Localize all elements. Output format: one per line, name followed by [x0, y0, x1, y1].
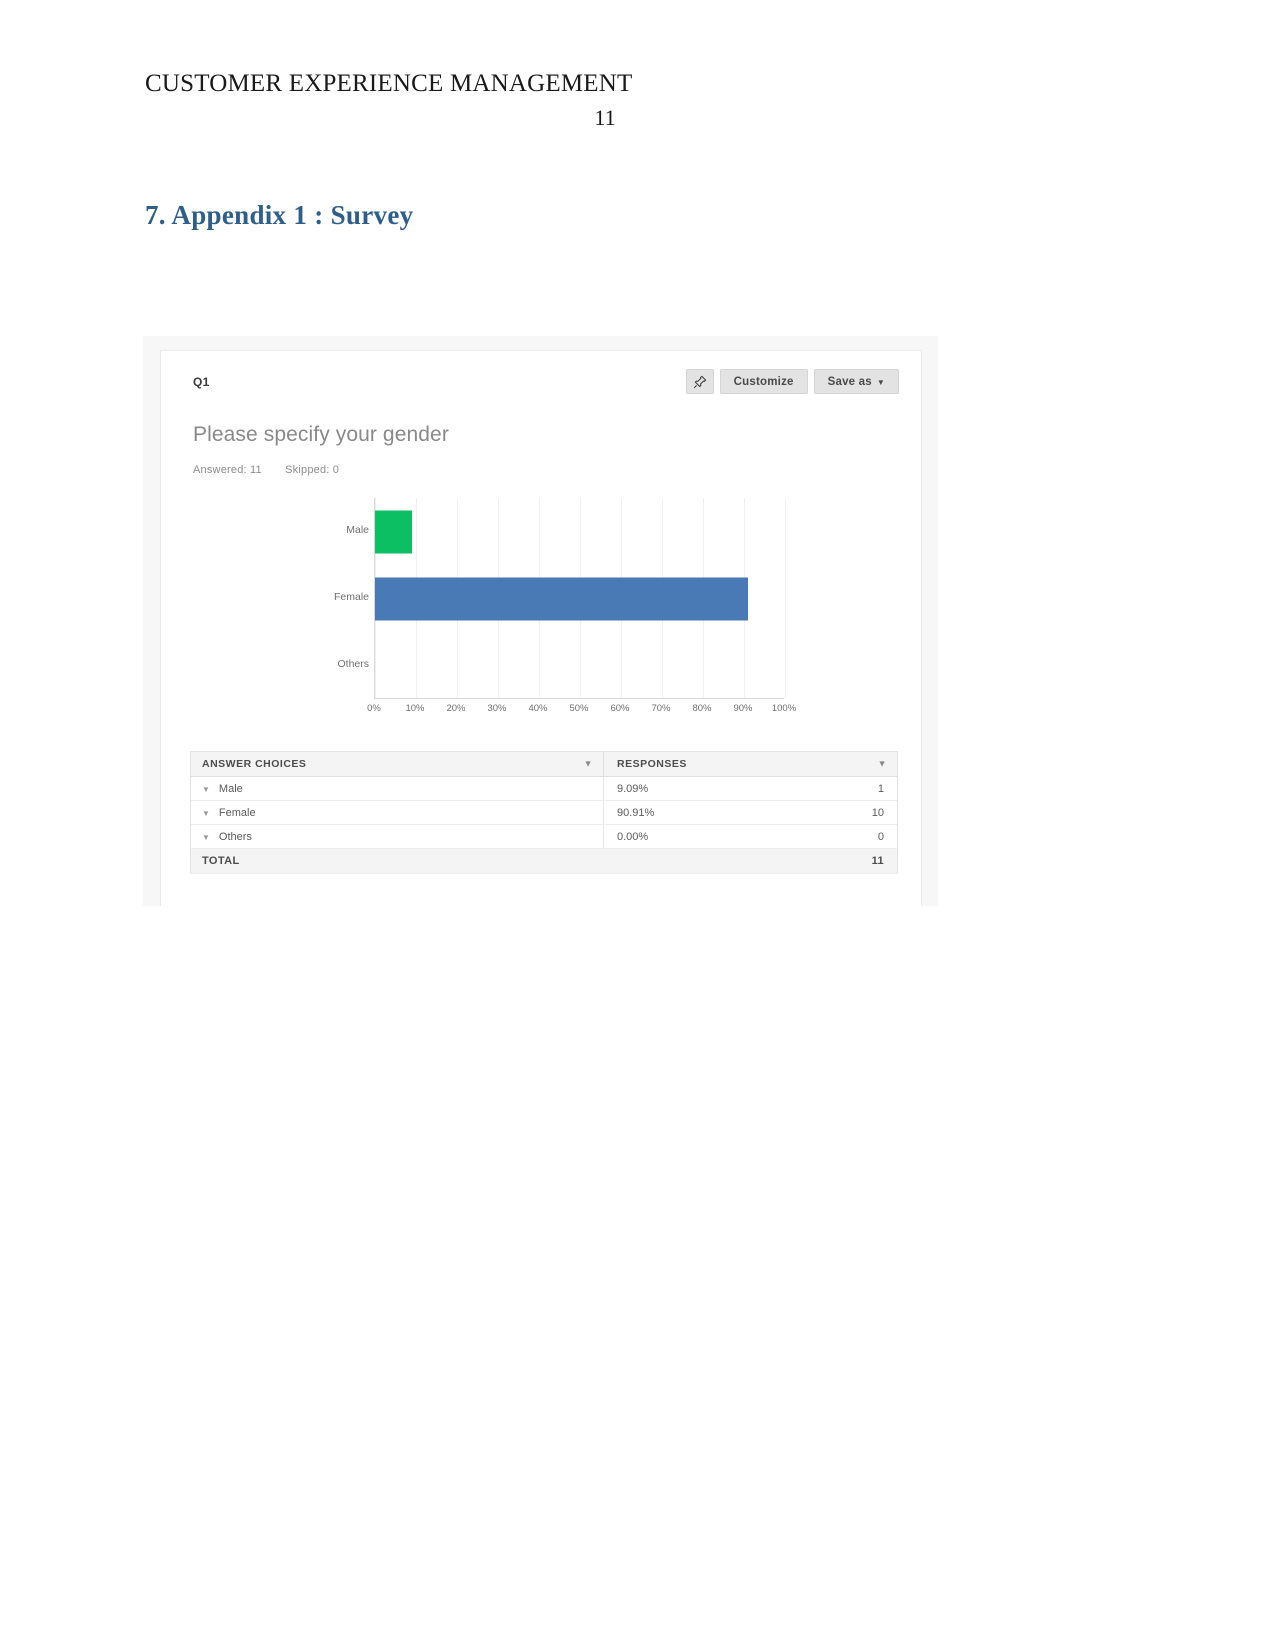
x-axis-tick: 30% [487, 703, 507, 714]
chevron-down-icon: ▼ [876, 377, 885, 387]
row-choice-cell: ▼ Female [191, 801, 603, 824]
x-axis-tick: 100% [771, 703, 797, 714]
row-count: 1 [877, 782, 884, 795]
card-actions: Customize Save as ▼ [685, 369, 899, 394]
total-label-cell: TOTAL [191, 849, 603, 873]
table-row: ▼ Female 90.91% 10 [191, 801, 897, 825]
row-count: 10 [871, 806, 884, 819]
save-as-label: Save as [827, 375, 872, 388]
header-responses-label: RESPONSES [617, 758, 687, 770]
chart-category-labels: Male Female Others [311, 496, 369, 699]
sort-caret-icon[interactable]: ▼ [878, 759, 887, 769]
row-choice-label: Male [218, 782, 243, 795]
x-axis-tick: 70% [651, 703, 671, 714]
table-row: ▼ Others 0.00% 0 [191, 825, 897, 849]
chart-bar [375, 577, 748, 620]
row-choice-cell: ▼ Others [191, 825, 603, 848]
row-response-cell: 0.00% 0 [603, 825, 897, 848]
gridline [785, 498, 786, 698]
x-axis-tick: 10% [405, 703, 425, 714]
customize-label: Customize [733, 375, 794, 388]
header-responses[interactable]: RESPONSES ▼ [603, 752, 897, 776]
response-bar-chart: Male Female Others 0% 10% 20% 30% 40% 50% 60% 70%… [161, 496, 923, 726]
row-expand-caret-icon[interactable]: ▼ [202, 833, 210, 842]
row-choice-label: Others [218, 830, 252, 843]
row-count: 0 [877, 830, 884, 843]
row-choice-cell: ▼ Male [191, 777, 603, 800]
x-axis-tick: 20% [446, 703, 466, 714]
responses-table: ANSWER CHOICES ▼ RESPONSES ▼ ▼ Male 9.09% 1… [190, 751, 898, 874]
total-value-cell: 11 [603, 849, 897, 873]
page-number: 11 [594, 105, 616, 130]
table-row: ▼ Male 9.09% 1 [191, 777, 897, 801]
table-total-row: TOTAL 11 [191, 849, 897, 874]
row-percent: 0.00% [617, 830, 649, 843]
y-axis-category-label: Male [346, 523, 369, 536]
x-axis-tick: 40% [528, 703, 548, 714]
header-answer-choices-label: ANSWER CHOICES [202, 758, 307, 770]
row-choice-label: Female [218, 806, 256, 819]
skipped-count: Skipped: 0 [285, 464, 340, 476]
row-percent: 90.91% [617, 806, 655, 819]
table-body: ▼ Male 9.09% 1 ▼ Female 90.91% 10 ▼ Others 0.00% 0 [191, 777, 897, 849]
x-axis-tick: 50% [569, 703, 589, 714]
x-axis-tick: 80% [692, 703, 712, 714]
card-toolbar: Q1 Customize Save as ▼ [161, 351, 921, 405]
survey-question-card: Q1 Customize Save as ▼ Please specify yo… [160, 350, 922, 906]
document-header-title: CUSTOMER EXPERIENCE MANAGEMENT [145, 70, 633, 97]
document-header: CUSTOMER EXPERIENCE MANAGEMENT [145, 70, 845, 99]
question-number: Q1 [193, 375, 210, 389]
pin-button[interactable] [685, 369, 714, 394]
row-response-cell: 90.91% 10 [603, 801, 897, 824]
x-axis-tick: 90% [733, 703, 753, 714]
question-text: Please specify your gender [193, 423, 449, 446]
chart-x-axis: 0% 10% 20% 30% 40% 50% 60% 70% 80% 90% 100% [367, 703, 796, 719]
chart-bar [375, 510, 413, 553]
row-response-cell: 9.09% 1 [603, 777, 897, 800]
x-axis-tick: 60% [610, 703, 630, 714]
y-axis-category-label: Female [333, 590, 369, 603]
survey-screenshot: Q1 Customize Save as ▼ Please specify yo… [143, 336, 938, 906]
x-axis-tick: 0% [367, 703, 381, 714]
row-expand-caret-icon[interactable]: ▼ [202, 785, 210, 794]
y-axis-category-label: Others [337, 657, 369, 670]
total-label: TOTAL [202, 855, 240, 867]
row-percent: 9.09% [617, 782, 649, 795]
row-expand-caret-icon[interactable]: ▼ [202, 809, 210, 818]
answered-count: Answered: 11 [193, 464, 262, 476]
pin-icon [693, 375, 707, 389]
total-value: 11 [871, 855, 884, 867]
save-as-button[interactable]: Save as ▼ [813, 369, 899, 394]
table-header-row: ANSWER CHOICES ▼ RESPONSES ▼ [191, 752, 897, 777]
sort-caret-icon[interactable]: ▼ [584, 759, 593, 769]
question-stats: Answered: 11 Skipped: 0 [193, 464, 359, 476]
page-number-wrap: 11 [145, 100, 845, 131]
section-heading: 7. Appendix 1 : Survey [145, 200, 414, 230]
chart-plot-area [374, 498, 786, 699]
header-answer-choices[interactable]: ANSWER CHOICES ▼ [191, 752, 603, 776]
customize-button[interactable]: Customize [719, 369, 808, 394]
